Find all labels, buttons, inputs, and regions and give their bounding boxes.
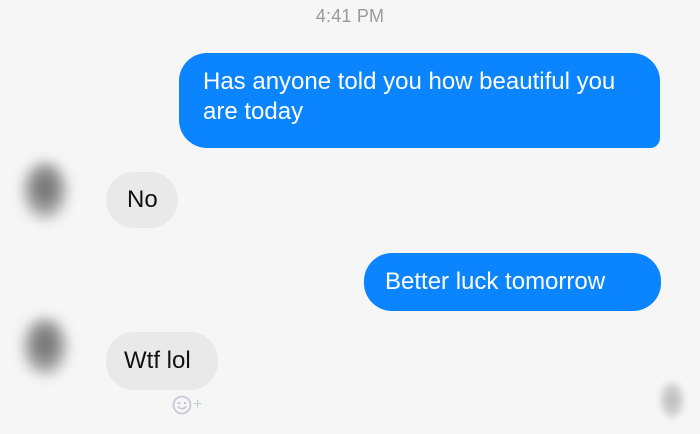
add-reaction-button[interactable]: + (172, 394, 212, 416)
chat-thread: 4:41 PM Has anyone told you how beautifu… (0, 0, 700, 434)
seen-avatar-icon (660, 382, 684, 418)
outgoing-message-bubble[interactable]: Has anyone told you how beautiful you ar… (179, 53, 660, 148)
outgoing-message-bubble[interactable]: Better luck tomorrow (364, 253, 661, 311)
incoming-message-bubble[interactable]: No (106, 172, 178, 228)
add-reaction-icon (172, 395, 192, 415)
message-timestamp: 4:41 PM (315, 6, 385, 26)
incoming-message-bubble[interactable]: Wtf lol (106, 332, 218, 390)
sender-avatar[interactable] (22, 318, 68, 376)
sender-avatar[interactable] (22, 162, 68, 220)
add-reaction-plus: + (193, 396, 203, 413)
